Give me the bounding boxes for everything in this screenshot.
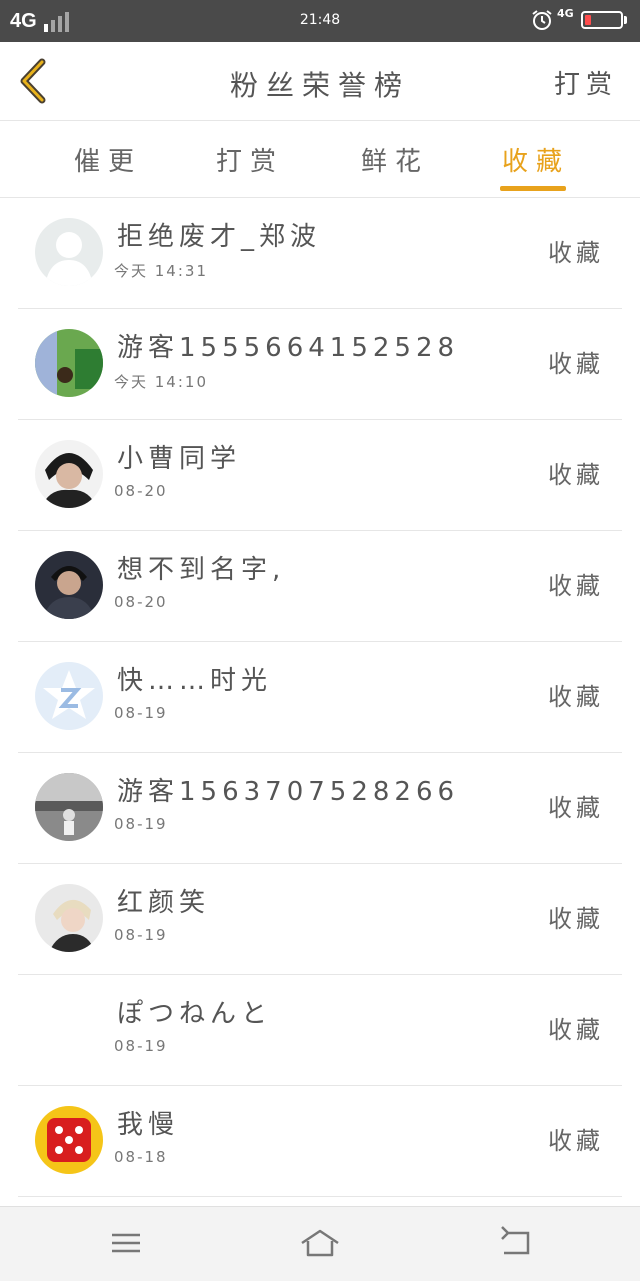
- list-item[interactable]: 小曹同学 08-20 收藏: [18, 420, 622, 531]
- list-item[interactable]: 红颜笑 08-19 收藏: [18, 864, 622, 975]
- fan-name: 游客1563707528266: [117, 777, 460, 807]
- avatar: [35, 551, 103, 619]
- fan-date: 08-20: [114, 593, 168, 611]
- menu-icon[interactable]: [104, 1225, 148, 1261]
- page-title: 粉丝荣誉榜: [229, 69, 410, 102]
- reward-button[interactable]: 打赏: [554, 64, 618, 101]
- avatar: [35, 1106, 103, 1174]
- tab-reward[interactable]: 打赏: [180, 141, 320, 178]
- fan-date: 08-19: [114, 815, 168, 833]
- fan-date: 08-18: [114, 1148, 168, 1166]
- system-nav-bar: [0, 1206, 640, 1281]
- list-item[interactable]: 我慢 08-18 收藏: [18, 1086, 622, 1197]
- fan-name: 红颜笑: [117, 888, 211, 918]
- fan-date: 今天 14:31: [114, 262, 208, 280]
- list-item[interactable]: 游客1563707528266 08-19 收藏: [18, 753, 622, 864]
- favorite-label: 收藏: [548, 1127, 604, 1155]
- favorite-label: 收藏: [548, 350, 604, 378]
- avatar: [35, 884, 103, 952]
- tab-favorites[interactable]: 收藏: [466, 141, 606, 178]
- fan-list: 拒绝废才_郑波 今天 14:31 收藏 游客1555664152528 今天 1…: [0, 198, 640, 1197]
- alarm-icon: [532, 10, 552, 30]
- return-icon[interactable]: [494, 1225, 538, 1261]
- network-small-indicator: 4G: [557, 7, 574, 20]
- avatar: [35, 440, 103, 508]
- favorite-label: 收藏: [548, 1016, 604, 1044]
- tab-urge[interactable]: 催更: [38, 141, 178, 178]
- fan-name: 我慢: [117, 1110, 180, 1140]
- fan-name: 拒绝废才_郑波: [117, 222, 322, 252]
- favorite-label: 收藏: [548, 461, 604, 489]
- battery-icon: [581, 11, 623, 29]
- tab-bar: 催更 打赏 鲜花 收藏: [0, 121, 640, 198]
- list-item[interactable]: 想不到名字, 08-20 收藏: [18, 531, 622, 642]
- list-item[interactable]: ぽつねんと 08-19 收藏: [18, 975, 622, 1086]
- home-icon[interactable]: [298, 1225, 342, 1261]
- fan-name: 小曹同学: [117, 444, 242, 474]
- fan-date: 08-19: [114, 1037, 168, 1055]
- avatar: [35, 773, 103, 841]
- fan-date: 08-19: [114, 704, 168, 722]
- fan-name: 想不到名字,: [117, 555, 286, 585]
- fan-date: 今天 14:10: [114, 373, 208, 391]
- fan-name: ぽつねんと: [117, 999, 273, 1029]
- avatar: [35, 329, 103, 397]
- tab-flowers[interactable]: 鲜花: [325, 141, 465, 178]
- favorite-label: 收藏: [548, 683, 604, 711]
- favorite-label: 收藏: [548, 905, 604, 933]
- fan-name: 快……时光: [117, 666, 273, 696]
- favorite-label: 收藏: [548, 239, 604, 267]
- battery-tip: [624, 16, 627, 24]
- fan-name: 游客1555664152528: [117, 333, 460, 363]
- fan-date: 08-19: [114, 926, 168, 944]
- avatar: [35, 662, 103, 730]
- status-bar: 4G 21:48 4G: [0, 0, 640, 42]
- fan-date: 08-20: [114, 482, 168, 500]
- list-item[interactable]: 游客1555664152528 今天 14:10 收藏: [18, 309, 622, 420]
- favorite-label: 收藏: [548, 572, 604, 600]
- avatar: [35, 218, 103, 286]
- list-item[interactable]: 拒绝废才_郑波 今天 14:31 收藏: [18, 198, 622, 309]
- app-header: 粉丝荣誉榜 打赏: [0, 42, 640, 121]
- list-item[interactable]: 快……时光 08-19 收藏: [18, 642, 622, 753]
- favorite-label: 收藏: [548, 794, 604, 822]
- active-tab-indicator: [500, 186, 566, 191]
